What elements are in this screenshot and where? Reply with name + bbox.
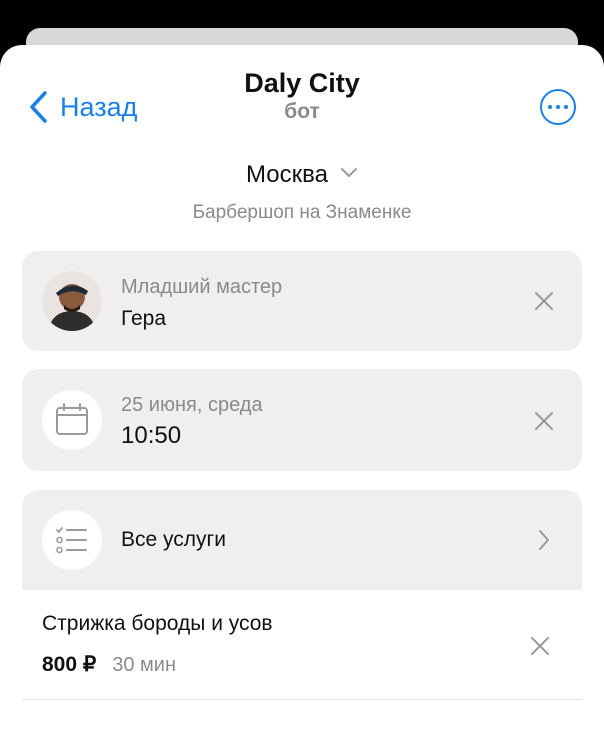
chevron-right-icon bbox=[536, 528, 552, 552]
booking-time: 10:50 bbox=[121, 422, 182, 449]
checklist-icon bbox=[42, 510, 102, 570]
page-title: Daly City bbox=[244, 68, 360, 98]
service-price-line: 800 ₽ 30 мин bbox=[42, 652, 176, 677]
service-name: Стрижка бороды и усов bbox=[42, 612, 273, 635]
service-item-next[interactable] bbox=[22, 700, 582, 745]
master-role: Младший мастер bbox=[121, 276, 283, 298]
clear-master-close-icon[interactable] bbox=[532, 289, 556, 313]
clear-datetime-close-icon[interactable] bbox=[532, 409, 556, 433]
booking-sheet: Назад Daly City бот Москва Барбершоп на … bbox=[0, 45, 604, 745]
datetime-text: 25 июня, среда 10:50 bbox=[121, 393, 263, 451]
avatar bbox=[42, 271, 102, 331]
header-title-block: Daly City бот bbox=[0, 67, 604, 125]
city-label: Москва bbox=[246, 161, 328, 188]
page-subtitle: бот bbox=[284, 100, 320, 123]
calendar-icon bbox=[42, 390, 102, 450]
service-price: 800 ₽ bbox=[42, 653, 97, 676]
master-card[interactable]: Младший мастер Гера bbox=[22, 251, 582, 351]
service-duration: 30 мин bbox=[112, 654, 177, 676]
branch-label: Барбершоп на Знаменке bbox=[192, 202, 412, 223]
remove-service-close-icon[interactable] bbox=[528, 634, 552, 658]
master-name: Гера bbox=[121, 307, 167, 330]
master-text: Младший мастер Гера bbox=[121, 275, 282, 333]
datetime-card[interactable]: 25 июня, среда 10:50 bbox=[22, 369, 582, 471]
booking-date: 25 июня, среда bbox=[121, 394, 263, 416]
chevron-down-icon bbox=[340, 166, 358, 184]
more-dot bbox=[556, 105, 560, 109]
all-services-label: Все услуги bbox=[121, 528, 226, 551]
all-services-row[interactable]: Все услуги bbox=[22, 490, 582, 590]
more-dot bbox=[564, 105, 568, 109]
more-options-button[interactable] bbox=[540, 89, 576, 125]
service-item[interactable]: Стрижка бороды и усов 800 ₽ 30 мин bbox=[22, 590, 582, 700]
city-selector[interactable]: Москва bbox=[0, 161, 604, 189]
more-dots-icon bbox=[548, 105, 552, 109]
